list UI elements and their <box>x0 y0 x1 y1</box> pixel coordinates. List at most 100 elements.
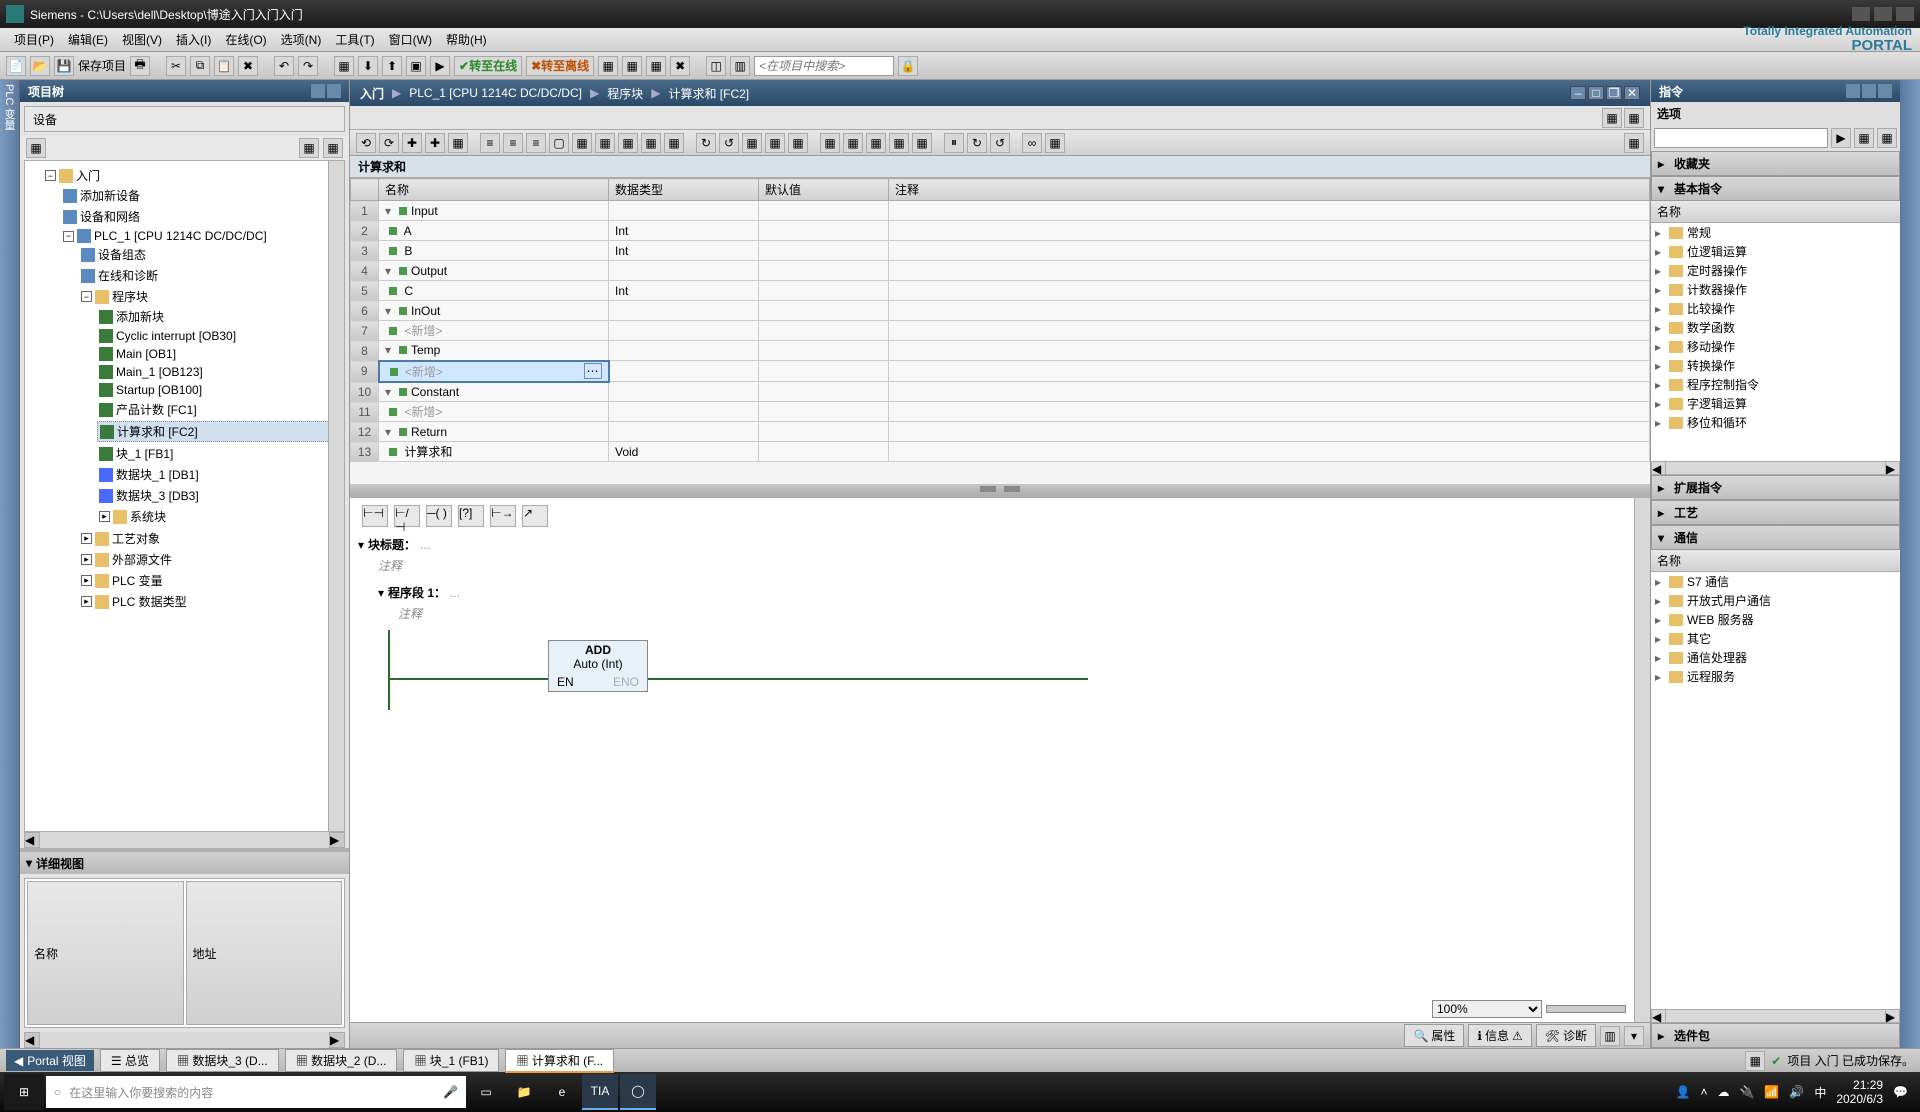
lad-open-icon[interactable]: ↗ <box>522 505 548 527</box>
tree-item[interactable]: 数据块_1 [DB1] <box>116 466 199 483</box>
ed-btn[interactable]: ▦ <box>742 133 762 153</box>
expand -icon[interactable]: − <box>63 231 74 242</box>
ed-btn[interactable]: ▦ <box>641 133 661 153</box>
inspector-close-icon[interactable]: ▾ <box>1624 1026 1644 1046</box>
chevron-down-icon[interactable]: ▾ <box>26 856 32 870</box>
acc-tech[interactable]: ▸工艺 <box>1651 500 1900 525</box>
instruction-folder[interactable]: ▸计数器操作 <box>1651 280 1900 299</box>
tree-item[interactable]: 块_1 [FB1] <box>116 445 173 462</box>
crumb-root[interactable]: 入门 <box>360 85 384 102</box>
acc-basic[interactable]: ▾基本指令 <box>1651 176 1900 201</box>
mic-icon[interactable]: 🎤 <box>443 1085 458 1099</box>
editor-vscroll[interactable] <box>1634 498 1650 1022</box>
acc-extended[interactable]: ▸扩展指令 <box>1651 475 1900 500</box>
expand-icon[interactable]: ▸ <box>81 554 92 565</box>
ed-btn[interactable]: ⏸ <box>944 133 964 153</box>
system-tray[interactable]: 👤 ˄ ☁ 🔌 📶 🔊 中 21:292020/6/3 💬 <box>1667 1078 1916 1107</box>
instruction-folder[interactable]: ▸WEB 服务器 <box>1651 610 1900 629</box>
tree-scrollbar[interactable] <box>328 161 344 831</box>
editor-close-icon[interactable]: ✕ <box>1624 86 1640 100</box>
notifications-icon[interactable]: 💬 <box>1893 1085 1908 1099</box>
tb-icon-b[interactable]: ▦ <box>622 56 642 76</box>
tia-portal-icon[interactable]: TIA <box>582 1074 618 1110</box>
instruction-folder[interactable]: ▸移动操作 <box>1651 337 1900 356</box>
chevron-down-icon[interactable]: ▾ <box>358 538 364 552</box>
menu-online[interactable]: 在线(O) <box>219 29 272 50</box>
editor-restore-icon[interactable]: ❐ <box>1606 86 1622 100</box>
ed-btn[interactable]: ≡ <box>526 133 546 153</box>
instruction-folder[interactable]: ▸定时器操作 <box>1651 261 1900 280</box>
basic-hscroll[interactable]: ◀▶ <box>1651 461 1900 475</box>
new-project-icon[interactable]: 📄 <box>6 56 26 76</box>
explorer-icon[interactable]: 📁 <box>506 1074 542 1110</box>
go-offline-button[interactable]: ✖ 转至离线 <box>526 56 594 76</box>
split-v-icon[interactable]: ▥ <box>730 56 750 76</box>
instruction-folder[interactable]: ▸数学函数 <box>1651 318 1900 337</box>
copy-icon[interactable]: ⧉ <box>190 56 210 76</box>
ed-btn[interactable]: ▦ <box>820 133 840 153</box>
eno-port[interactable]: ENO <box>613 675 639 689</box>
tree-item[interactable]: 在线和诊断 <box>98 267 158 284</box>
download-icon[interactable]: ⬇ <box>358 56 378 76</box>
editor-max-icon[interactable]: □ <box>1588 86 1604 100</box>
menu-help[interactable]: 帮助(H) <box>440 29 493 50</box>
panel-btn[interactable] <box>1862 84 1876 98</box>
panel-btn[interactable] <box>1878 84 1892 98</box>
ed-btn[interactable]: ▦ <box>788 133 808 153</box>
tree-view-icon-b[interactable]: ▦ <box>323 138 343 158</box>
zoom-slider[interactable] <box>1546 1005 1626 1013</box>
lad-coil-icon[interactable]: ─( ) <box>426 505 452 527</box>
view-mode-a[interactable]: ▦ <box>1602 108 1622 128</box>
segment-comment[interactable]: 注释 <box>378 603 1626 624</box>
menu-window[interactable]: 窗口(W) <box>383 29 438 50</box>
tray-power-icon[interactable]: 🔌 <box>1739 1085 1754 1099</box>
print-icon[interactable]: 🖶 <box>130 56 150 76</box>
lad-branch-icon[interactable]: ⊢→ <box>490 505 516 527</box>
portal-view-button[interactable]: ◀ Portal 视图 <box>6 1050 94 1071</box>
lad-box-icon[interactable]: [?] <box>458 505 484 527</box>
view-mode-b[interactable]: ▦ <box>1624 108 1644 128</box>
en-port[interactable]: EN <box>557 675 574 689</box>
segment-title[interactable]: 程序段 1： <box>388 584 446 601</box>
panel-collapse-icon[interactable] <box>327 84 341 98</box>
tree-tb-icon[interactable]: ▦ <box>26 138 46 158</box>
tree-item[interactable]: 外部源文件 <box>112 551 172 568</box>
tree-item[interactable]: PLC 数据类型 <box>112 593 187 610</box>
expand-icon[interactable]: − <box>45 170 56 181</box>
tree-item[interactable]: Startup [OB100] <box>116 383 202 397</box>
instruction-folder[interactable]: ▸其它 <box>1651 629 1900 648</box>
menu-project[interactable]: 项目(P) <box>8 29 60 50</box>
tree-item[interactable]: Main_1 [OB123] <box>116 365 203 379</box>
search-opt-b-icon[interactable]: ▦ <box>1877 128 1897 148</box>
ed-btn[interactable]: ▦ <box>448 133 468 153</box>
editor-min-icon[interactable]: – <box>1570 86 1586 100</box>
taskbar-search[interactable]: ○ 在这里输入你要搜索的内容 🎤 <box>46 1076 466 1108</box>
lad-contact-no-icon[interactable]: ⊢⊣ <box>362 505 388 527</box>
tree-item[interactable]: Cyclic interrupt [OB30] <box>116 329 236 343</box>
ed-btn[interactable]: ▦ <box>664 133 684 153</box>
instruction-folder[interactable]: ▸开放式用户通信 <box>1651 591 1900 610</box>
ed-btn[interactable]: ↺ <box>719 133 739 153</box>
tree-item[interactable]: 数据块_3 [DB3] <box>116 487 199 504</box>
ed-btn[interactable]: ✚ <box>402 133 422 153</box>
ladder-network[interactable]: ADD Auto (Int) EN ENO <box>388 630 1626 710</box>
start-icon[interactable]: ▶ <box>430 56 450 76</box>
tree-item-selected[interactable]: 计算求和 [FC2] <box>117 423 198 440</box>
detail-col-name[interactable]: 名称 <box>27 881 184 1025</box>
ed-btn[interactable]: ▦ <box>618 133 638 153</box>
save-icon[interactable]: 💾 <box>54 56 74 76</box>
acc-favorites[interactable]: ▸收藏夹 <box>1651 151 1900 176</box>
minimize-button[interactable] <box>1852 7 1870 21</box>
overview-tab[interactable]: ☰ 总览 <box>100 1049 160 1072</box>
instruction-folder[interactable]: ▸字逻辑运算 <box>1651 394 1900 413</box>
expand-icon[interactable]: − <box>81 291 92 302</box>
ed-dock-icon[interactable]: ▦ <box>1624 133 1644 153</box>
editor-tab[interactable]: ▦ 数据块_2 (D... <box>285 1049 398 1072</box>
inspector-layout-icon[interactable]: ▥ <box>1600 1026 1620 1046</box>
tree-item[interactable]: Main [OB1] <box>116 347 176 361</box>
ed-btn[interactable]: ▢ <box>549 133 569 153</box>
open-project-icon[interactable]: 📂 <box>30 56 50 76</box>
side-tab-right[interactable] <box>1900 80 1920 1048</box>
instruction-search-input[interactable] <box>1654 128 1828 148</box>
compile-icon[interactable]: ▦ <box>334 56 354 76</box>
